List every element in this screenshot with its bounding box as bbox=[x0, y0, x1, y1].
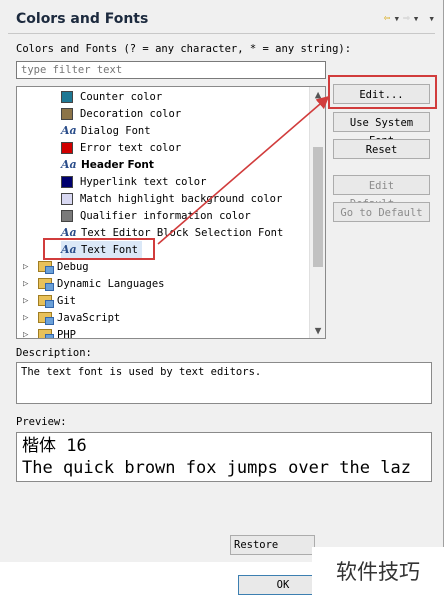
preview-label: Preview: bbox=[16, 416, 67, 428]
restore-defaults-button[interactable]: Restore Defau bbox=[230, 535, 315, 555]
preference-page: Colors and Fonts ⇦ ▾ ⇨ ▾ ▾ Colors and Fo… bbox=[0, 0, 444, 562]
watermark: 软件技巧 bbox=[312, 547, 444, 597]
description-text: The text font is used by text editors. bbox=[21, 366, 262, 378]
preview-font-line: 楷体 16 bbox=[22, 436, 87, 456]
preview-box: 楷体 16 The quick brown fox jumps over the… bbox=[16, 432, 432, 482]
description-label: Description: bbox=[16, 347, 92, 359]
description-box: The text font is used by text editors. bbox=[16, 362, 432, 404]
preview-sample-line: The quick brown fox jumps over the laz bbox=[22, 458, 411, 478]
